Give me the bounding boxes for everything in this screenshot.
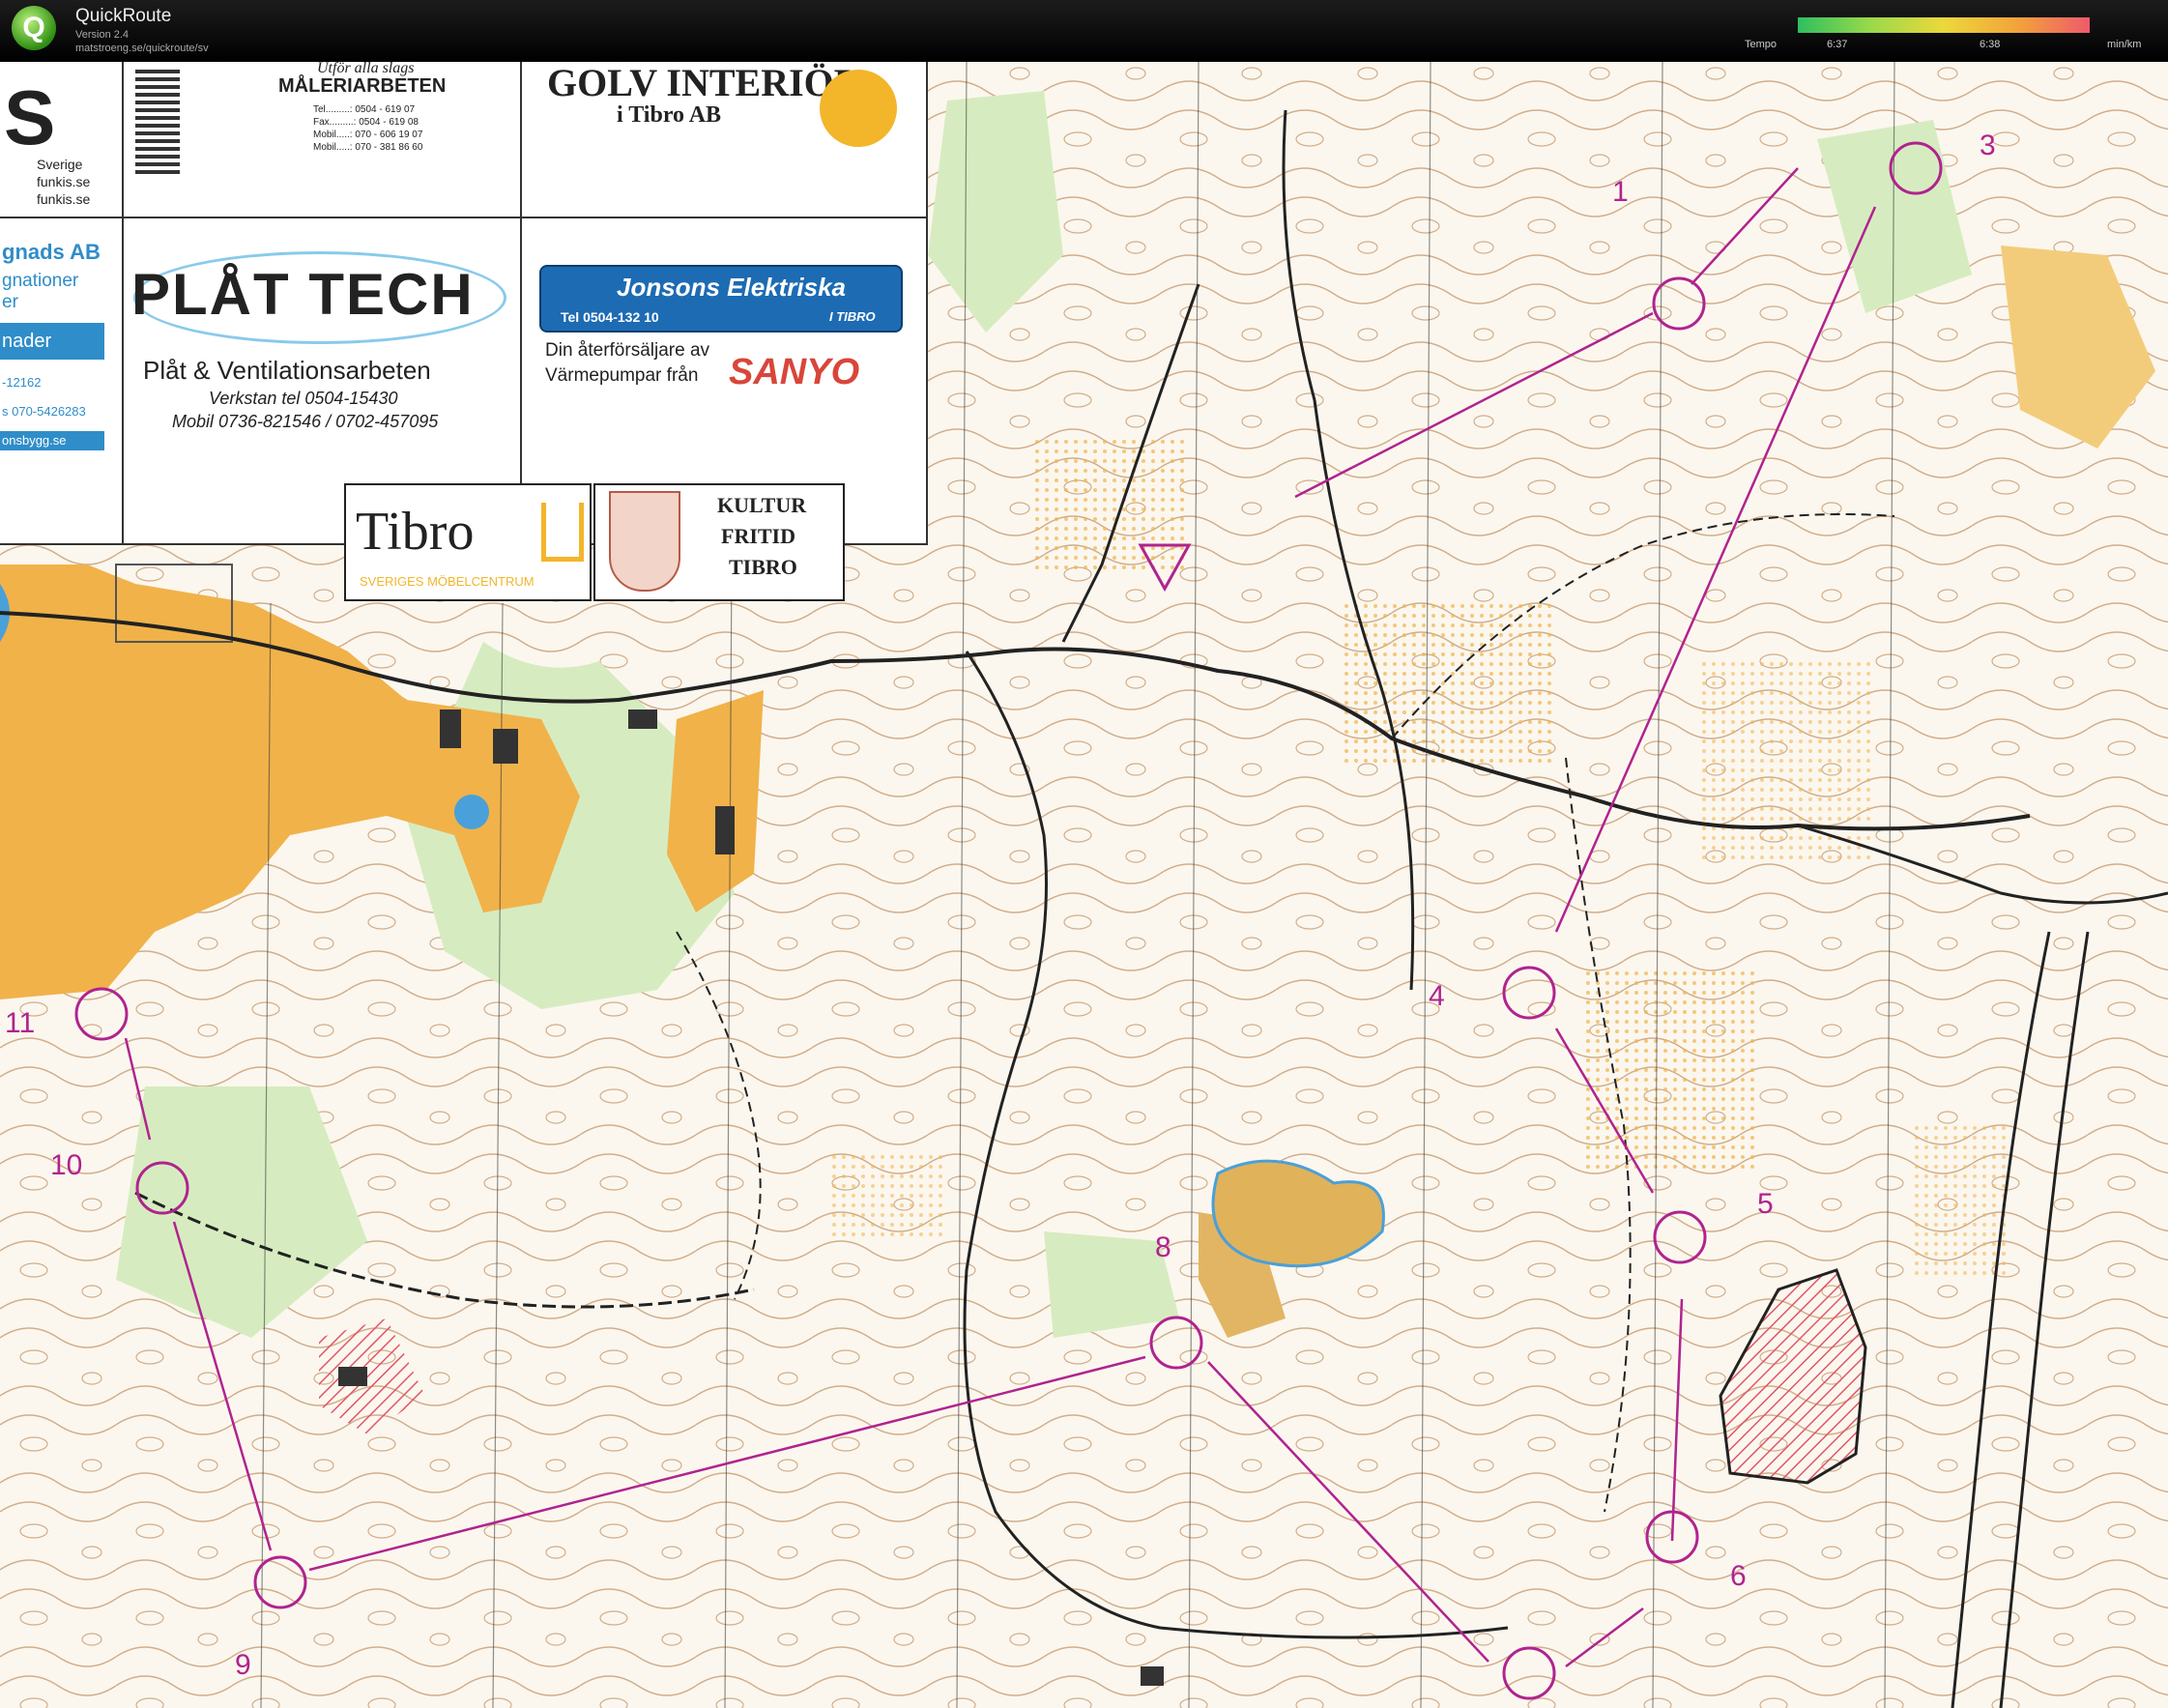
ad-text: s 070-5426283	[2, 404, 86, 419]
control-number: 5	[1757, 1188, 1774, 1220]
ad-text: funkis.se	[37, 191, 91, 207]
ad-text: KULTUR	[717, 493, 807, 517]
ad-text: Tel.........: 0504 - 619 07	[313, 104, 416, 115]
rough-open	[1585, 970, 1759, 1173]
building	[1141, 1666, 1164, 1686]
control-number: 11	[5, 1007, 36, 1039]
tempo-tick-min: 6:37	[1827, 39, 1848, 50]
app-title: QuickRoute	[75, 6, 172, 26]
ad-text: SVERIGES MÖBELCENTRUM	[360, 574, 535, 589]
ad-text: PLÅT TECH	[131, 262, 475, 327]
ad-text: TIBRO	[729, 555, 797, 579]
ad-text: Mobil.....: 070 - 606 19 07	[313, 130, 423, 140]
ad-text: gnationer	[2, 271, 79, 291]
ad-text: i Tibro AB	[617, 102, 722, 128]
tibro-shield-icon	[609, 491, 680, 592]
painter-icon	[135, 70, 180, 176]
golv-logo-icon	[820, 70, 897, 147]
rough-open	[1034, 439, 1189, 574]
control-number: 8	[1155, 1231, 1171, 1263]
building	[628, 709, 657, 729]
control-number: 3	[1980, 130, 1996, 161]
ad-text: Tel 0504-132 10	[561, 309, 659, 325]
tempo-label: Tempo	[1745, 39, 1778, 50]
app-version: Version 2.4	[75, 29, 130, 41]
ad-text: Din återförsäljare av	[545, 340, 710, 361]
building	[493, 729, 518, 764]
app-url[interactable]: matstroeng.se/quickroute/sv	[75, 43, 209, 54]
ad-text: MÅLERIARBETEN	[278, 75, 447, 97]
ad-text: Tibro	[356, 502, 475, 562]
ad-text: Värmepumpar från	[545, 365, 699, 386]
tempo-tick-max: 6:38	[1980, 39, 2001, 50]
tempo-unit: min/km	[2107, 39, 2142, 50]
rough-open	[1344, 603, 1556, 767]
orienteering-map[interactable]: 1 3 4 5 6 8 9 10 11 S Sverige funkis.se …	[0, 62, 2168, 1708]
tibro-logo: Tibro SVERIGES MÖBELCENTRUM	[344, 483, 592, 601]
building	[715, 806, 735, 854]
building	[440, 709, 461, 748]
rough-open	[831, 1154, 947, 1241]
control-number: 1	[1612, 176, 1629, 208]
ad-text: GOLV INTERIÖR	[547, 62, 862, 104]
ad-text: Sverige	[37, 157, 83, 172]
building	[338, 1367, 367, 1386]
ad-text: -12162	[2, 375, 42, 390]
ad-text: er	[2, 292, 18, 312]
ad-text: I TIBRO	[829, 309, 876, 324]
pond	[454, 795, 489, 829]
control-number: 10	[50, 1149, 83, 1181]
kultur-fritid-logo: KULTUR FRITID TIBRO	[593, 483, 845, 601]
ad-text: Jonsons Elektriska	[617, 273, 846, 302]
app-header: Q QuickRoute Version 2.4 matstroeng.se/q…	[0, 0, 2168, 62]
ad-text: onsbygg.se	[2, 433, 67, 448]
ad-text: FRITID	[721, 524, 796, 548]
rough-open	[1701, 661, 1875, 864]
ad-text: gnads AB	[2, 240, 101, 264]
ad-text: funkis.se	[37, 174, 91, 189]
ad-text: Verkstan tel 0504-15430	[209, 389, 398, 408]
ad-text: Fax.........: 0504 - 619 08	[313, 117, 419, 128]
chair-icon	[541, 503, 584, 562]
tempo-color-scale	[1798, 17, 2090, 33]
quickroute-logo-icon: Q	[12, 6, 56, 50]
rough-open	[1914, 1125, 2010, 1280]
control-number: 9	[235, 1649, 251, 1681]
control-number: 6	[1730, 1560, 1747, 1592]
ad-letter: S	[4, 74, 56, 160]
ad-text: Mobil 0736-821546 / 0702-457095	[172, 412, 439, 431]
control-number: 4	[1429, 980, 1445, 1012]
ad-text: Plåt & Ventilationsarbeten	[143, 356, 431, 385]
ad-text: SANYO	[729, 352, 860, 392]
ad-text: Mobil.....: 070 - 381 86 60	[313, 142, 423, 153]
sponsor-panel: S Sverige funkis.se funkis.se gnads AB g…	[0, 62, 928, 545]
ad-text: nader	[2, 331, 52, 352]
